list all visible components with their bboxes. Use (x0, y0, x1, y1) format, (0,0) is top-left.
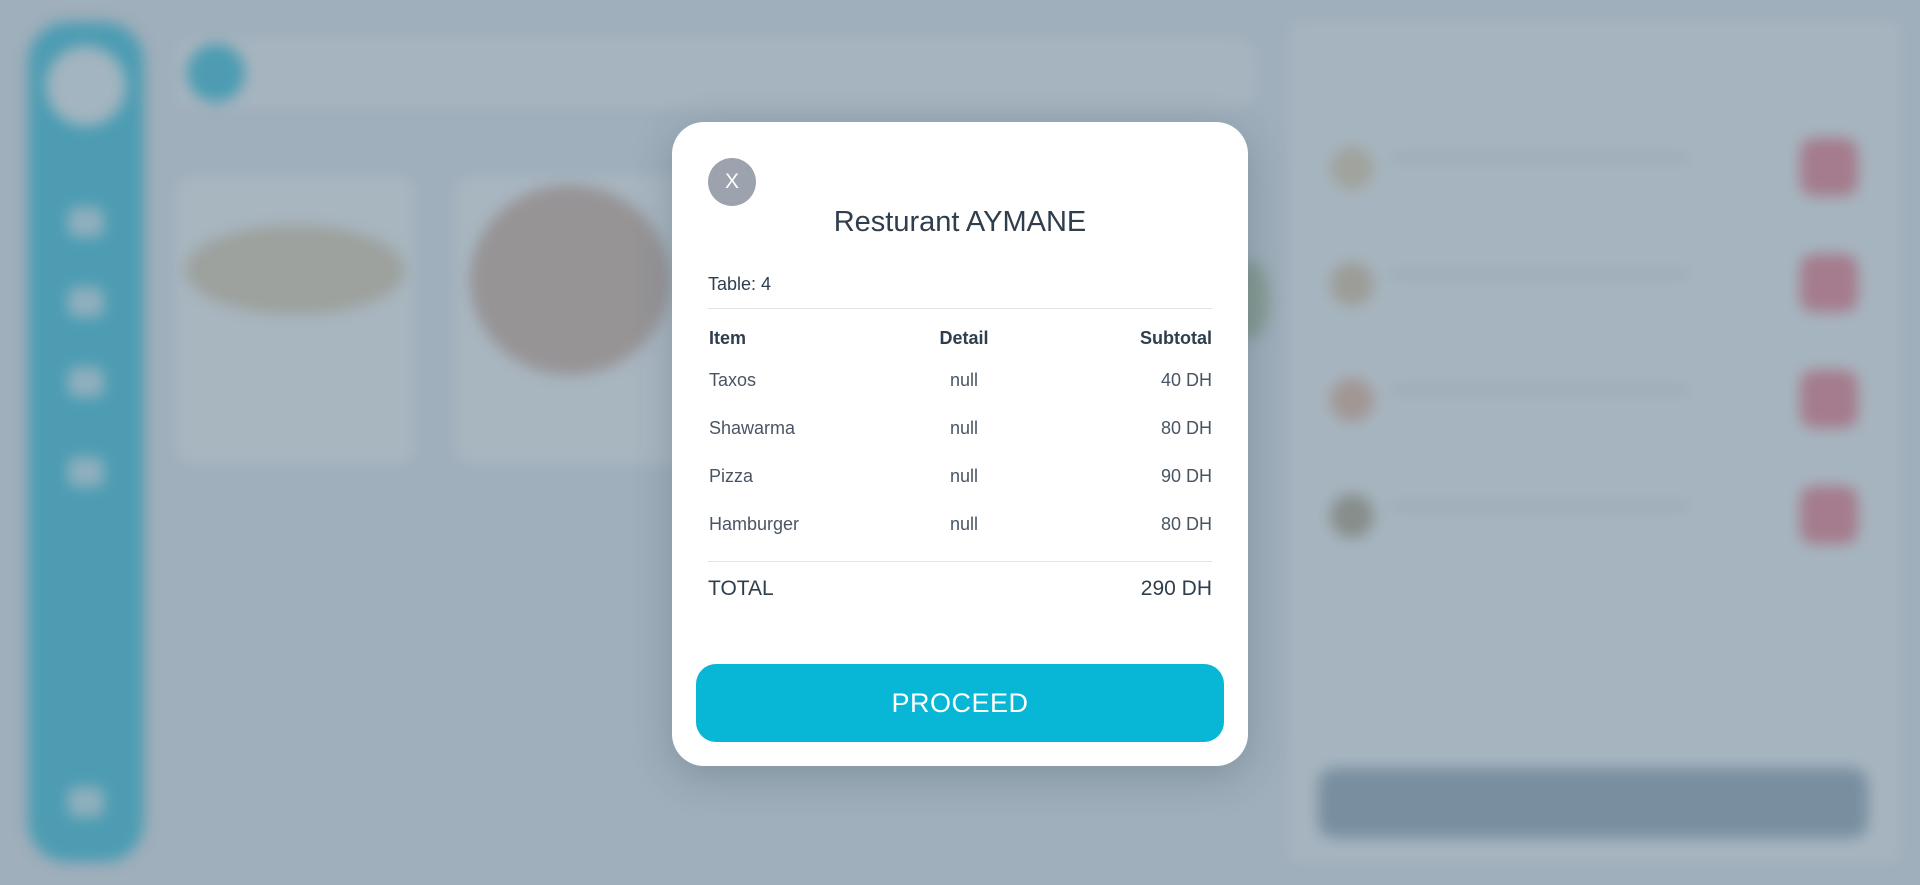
item-subtotal: 40 DH (1160, 370, 1212, 390)
item-name: Taxos (709, 370, 757, 390)
item-name: Shawarma (709, 418, 796, 438)
column-header-detail: Detail (939, 328, 989, 348)
total-value: 290 DH (1140, 577, 1212, 600)
item-detail: null (949, 466, 979, 486)
proceed-button[interactable]: PROCEED (696, 664, 1224, 742)
table-row: Pizza null 90 DH (709, 466, 1212, 490)
divider (708, 308, 1212, 309)
table-number: Table: 4 (708, 274, 772, 294)
table-row: Taxos null 40 DH (709, 370, 1212, 394)
item-detail: null (949, 370, 979, 390)
table-header: Item Detail Subtotal (709, 328, 1212, 352)
restaurant-title: Resturant AYMANE (833, 206, 1087, 238)
total-label: TOTAL (708, 577, 774, 600)
column-header-subtotal: Subtotal (1140, 328, 1212, 348)
item-name: Pizza (709, 466, 754, 486)
item-name: Hamburger (709, 514, 800, 534)
item-subtotal: 80 DH (1160, 418, 1212, 438)
close-button[interactable]: X (708, 158, 756, 206)
table-row: Shawarma null 80 DH (709, 418, 1212, 442)
item-detail: null (949, 514, 979, 534)
receipt-modal: X Resturant AYMANE Table: 4 Item Detail … (672, 122, 1248, 766)
column-header-item: Item (709, 328, 747, 348)
item-subtotal: 90 DH (1160, 466, 1212, 486)
item-detail: null (949, 418, 979, 438)
item-subtotal: 80 DH (1160, 514, 1212, 534)
table-row: Hamburger null 80 DH (709, 514, 1212, 538)
divider (708, 561, 1212, 562)
